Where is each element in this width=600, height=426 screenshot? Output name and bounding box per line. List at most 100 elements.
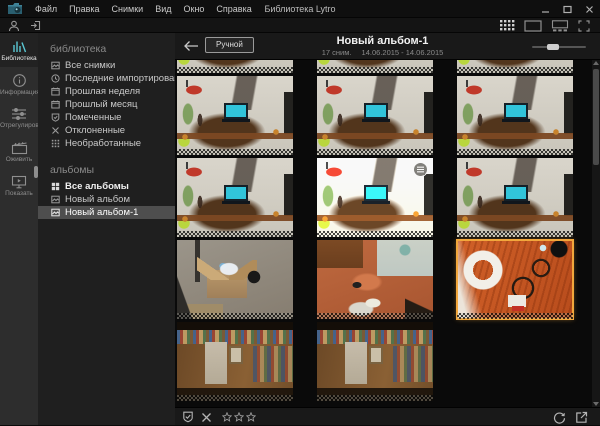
- album-item-all-albums[interactable]: Все альбомы: [38, 180, 175, 193]
- info-icon: [12, 73, 27, 88]
- album-item-new-album-1[interactable]: Новый альбом-1: [38, 206, 175, 219]
- parallax-checker: [457, 313, 573, 319]
- star-icon[interactable]: [222, 412, 232, 422]
- sidebar-item-adjust[interactable]: Отрегулировать: [0, 101, 38, 135]
- zoom-slider-handle[interactable]: [547, 44, 559, 50]
- animate-clapper-icon: [11, 141, 28, 155]
- photo-thumbnail[interactable]: [177, 322, 293, 401]
- view-header: Ручной Новый альбом-1 17 сним. 14.06.201…: [175, 33, 600, 60]
- sidebar-item-label: Отрегулировать: [0, 122, 38, 129]
- menu-file[interactable]: Файл: [29, 4, 63, 14]
- parallax-checker: [177, 231, 293, 237]
- sidebar-item-library[interactable]: Библиотека: [0, 33, 38, 67]
- library-section-header: библиотека: [38, 33, 175, 59]
- library-item-label: Отклоненные: [65, 125, 125, 136]
- parallax-checker: [457, 67, 573, 73]
- menu-pictures[interactable]: Снимки: [106, 4, 150, 14]
- star-icon[interactable]: [246, 412, 256, 422]
- library-item-all-pictures[interactable]: Все снимки: [38, 59, 175, 72]
- album-item-new-album[interactable]: Новый альбом: [38, 193, 175, 206]
- scrollbar-thumb[interactable]: [593, 69, 599, 165]
- photo-thumbnail-selected[interactable]: [457, 240, 573, 319]
- grid-row: [177, 158, 592, 237]
- parallax-checker: [177, 395, 293, 401]
- menu-window[interactable]: Окно: [178, 4, 211, 14]
- refresh-icon[interactable]: [553, 411, 566, 424]
- parallax-checker: [317, 67, 433, 73]
- tool-sidebar: Библиотека Информация Отрегулировать Ожи…: [0, 33, 38, 425]
- calendar-icon: [51, 100, 60, 109]
- minimize-icon[interactable]: [539, 3, 552, 16]
- albums-section-header: альбомы: [38, 150, 175, 180]
- photo-thumbnail[interactable]: [177, 158, 293, 237]
- scroll-up-icon[interactable]: [593, 61, 599, 65]
- library-item-flagged[interactable]: Помеченные: [38, 111, 175, 124]
- sidebar-item-present[interactable]: Показать: [0, 169, 38, 203]
- library-item-unprocessed[interactable]: Необработанные: [38, 137, 175, 150]
- grid-row: [177, 322, 592, 401]
- scroll-down-icon[interactable]: [593, 402, 599, 406]
- library-bars-icon: [10, 39, 28, 54]
- back-arrow-icon[interactable]: [183, 40, 199, 52]
- album-title: Новый альбом-1: [255, 35, 510, 47]
- photo-thumbnail[interactable]: [457, 76, 573, 155]
- library-item-label: Последние импортированные: [65, 73, 175, 84]
- date-range: 14.06.2015 - 14.06.2015: [362, 48, 444, 57]
- parallax-checker: [457, 231, 573, 237]
- album-item-label: Все альбомы: [65, 181, 129, 192]
- photo-thumbnail[interactable]: [177, 60, 293, 73]
- album-photo-icon: [51, 208, 60, 217]
- grid-view-icon[interactable]: [500, 20, 515, 31]
- photo-thumbnail[interactable]: [317, 240, 433, 319]
- library-item-label: Прошлая неделя: [65, 86, 140, 97]
- photo-thumbnail[interactable]: [317, 158, 433, 237]
- photo-thumbnail[interactable]: [457, 158, 573, 237]
- album-item-label: Новый альбом-1: [65, 207, 138, 218]
- scrollbar[interactable]: [592, 60, 600, 407]
- maximize-icon[interactable]: [561, 3, 574, 16]
- dots-grid-icon: [51, 139, 60, 148]
- sidebar-item-label: Библиотека: [1, 55, 36, 62]
- library-item-last-week[interactable]: Прошлая неделя: [38, 85, 175, 98]
- main-content: Ручной Новый альбом-1 17 сним. 14.06.201…: [175, 33, 600, 425]
- photo-thumbnail[interactable]: [317, 76, 433, 155]
- album-item-label: Новый альбом: [65, 194, 130, 205]
- flag-check-icon[interactable]: [182, 411, 194, 423]
- app-logo-icon: [7, 2, 23, 15]
- sidebar-item-label: Информация: [0, 89, 38, 96]
- parallax-checker: [317, 231, 433, 237]
- star-icon[interactable]: [234, 412, 244, 422]
- reject-x-icon: [51, 126, 60, 135]
- calendar-icon: [51, 87, 60, 96]
- mode-button[interactable]: Ручной: [205, 37, 254, 53]
- photo-thumbnail[interactable]: [317, 322, 433, 401]
- export-icon[interactable]: [575, 411, 588, 424]
- photo-thumbnail[interactable]: [177, 76, 293, 155]
- photo-thumbnail[interactable]: [317, 60, 433, 73]
- sidebar-item-animate[interactable]: Оживить: [0, 135, 38, 169]
- library-item-last-month[interactable]: Прошлый месяц: [38, 98, 175, 111]
- album-photo-icon: [51, 195, 60, 204]
- library-panel: библиотека Все снимки Последние импортир…: [38, 33, 175, 425]
- library-item-rejected[interactable]: Отклоненные: [38, 124, 175, 137]
- library-item-last-imported[interactable]: Последние импортированные: [38, 72, 175, 85]
- close-icon[interactable]: [583, 3, 596, 16]
- photo-thumbnail[interactable]: [177, 240, 293, 319]
- titlebar: Файл Правка Снимки Вид Окно Справка Библ…: [0, 0, 600, 18]
- photo-thumbnail[interactable]: [457, 60, 573, 73]
- single-view-icon[interactable]: [524, 20, 542, 32]
- parallax-checker: [457, 149, 573, 155]
- user-icon[interactable]: [8, 20, 20, 32]
- menu-help[interactable]: Справка: [210, 4, 257, 14]
- menu-edit[interactable]: Правка: [63, 4, 105, 14]
- sidebar-item-info[interactable]: Информация: [0, 67, 38, 101]
- fullscreen-icon[interactable]: [578, 20, 590, 32]
- zoom-slider[interactable]: [532, 46, 586, 48]
- reject-x-icon[interactable]: [201, 412, 212, 423]
- parallax-checker: [177, 67, 293, 73]
- library-item-label: Прошлый месяц: [65, 99, 137, 110]
- menu-view[interactable]: Вид: [149, 4, 177, 14]
- filmstrip-view-icon[interactable]: [551, 20, 569, 32]
- sidebar-item-label: Показать: [5, 190, 33, 197]
- import-icon[interactable]: [30, 20, 41, 31]
